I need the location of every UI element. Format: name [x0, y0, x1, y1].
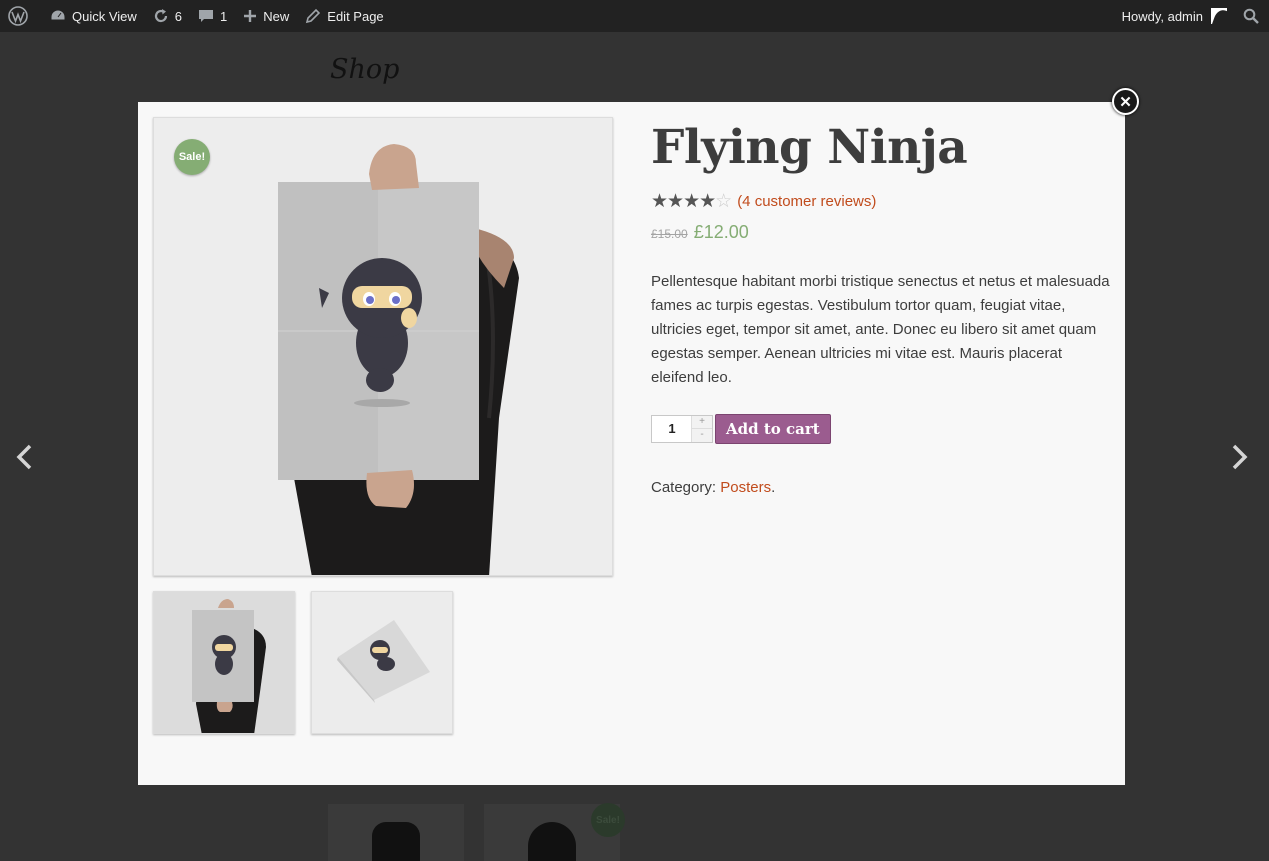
edit-page-label: Edit Page [327, 8, 384, 24]
wordpress-icon [8, 6, 28, 26]
quantity-plus-button[interactable]: + [691, 416, 712, 429]
close-icon: ✕ [1119, 93, 1132, 111]
product-thumbnail-2[interactable] [311, 591, 453, 734]
chevron-left-icon [16, 444, 32, 470]
category-link[interactable]: Posters [720, 479, 771, 496]
product-rating: ★★★★☆ (4 customer reviews) [651, 190, 876, 212]
filled-stars: ★★★★ [651, 190, 716, 212]
product-title: Flying Ninja [651, 120, 968, 175]
thumbnail-image [312, 592, 452, 733]
ninja-poster-image [154, 118, 612, 575]
category-terminator: . [771, 479, 776, 496]
updates-icon [154, 9, 167, 23]
new-content-button[interactable]: New [235, 0, 297, 32]
star-rating: ★★★★☆ [651, 190, 732, 212]
howdy-label: Howdy, admin [1121, 8, 1203, 24]
comments-count: 1 [220, 8, 228, 24]
sale-badge: Sale! [174, 139, 210, 175]
reviews-link[interactable]: (4 customer reviews) [737, 193, 876, 210]
category-label: Category: [651, 479, 717, 496]
old-price: £15.00 [651, 227, 688, 241]
quantity-stepper: 1 + - [651, 415, 713, 443]
quantity-minus-button[interactable]: - [691, 429, 712, 442]
product-thumbnail-1[interactable] [153, 591, 295, 734]
sale-price: £12.00 [693, 222, 749, 242]
close-modal-button[interactable]: ✕ [1112, 88, 1139, 115]
product-price: £15.00 £12.00 [651, 222, 749, 243]
quick-view-modal: Sale! Flying Ninja ★★★★☆ (4 customer rev… [138, 102, 1125, 785]
site-name-button[interactable]: Quick View [42, 0, 145, 32]
edit-page-button[interactable]: Edit Page [297, 0, 391, 32]
updates-count: 6 [174, 8, 183, 24]
comment-icon [199, 10, 214, 22]
updates-button[interactable]: 6 [145, 0, 190, 32]
product-main-image[interactable]: Sale! [153, 117, 613, 576]
dashboard-icon [50, 9, 66, 21]
wp-logo-button[interactable] [0, 0, 42, 32]
thumbnail-image [154, 592, 294, 733]
new-label: New [263, 8, 290, 24]
search-icon [1243, 8, 1259, 24]
search-button[interactable] [1235, 0, 1269, 32]
next-product-button[interactable] [1224, 443, 1252, 471]
background-product [328, 804, 464, 861]
admin-bar: Quick View 6 1 New Edit Page Howdy, admi… [0, 0, 1269, 32]
plus-icon [244, 10, 257, 22]
my-account-button[interactable]: Howdy, admin [1114, 0, 1235, 32]
page-title: Shop [330, 54, 400, 85]
avatar [1211, 8, 1227, 24]
background-sale-badge: Sale! [591, 803, 625, 837]
add-to-cart-form: 1 + - Add to cart [651, 414, 831, 444]
product-description: Pellentesque habitant morbi tristique se… [651, 273, 1110, 386]
previous-product-button[interactable] [12, 443, 40, 471]
quantity-input[interactable]: 1 [652, 416, 692, 442]
empty-stars: ☆ [715, 190, 732, 212]
add-to-cart-button[interactable]: Add to cart [715, 414, 831, 444]
product-meta: Category: Posters. [651, 479, 775, 496]
chevron-right-icon [1232, 444, 1248, 470]
comments-button[interactable]: 1 [190, 0, 235, 32]
site-name-label: Quick View [72, 8, 137, 24]
pencil-icon [306, 8, 321, 24]
